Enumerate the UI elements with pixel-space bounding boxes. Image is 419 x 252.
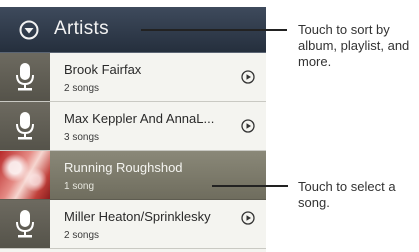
artist-name: Brook Fairfax: [64, 62, 142, 77]
artist-row-brook-fairfax[interactable]: Brook Fairfax 2 songs: [0, 53, 266, 102]
song-count: 3 songs: [64, 132, 100, 143]
microphone-icon: [16, 112, 34, 140]
artist-name: Max Keppler And AnnaL...: [64, 111, 215, 126]
page-title: Artists: [54, 18, 109, 39]
artist-row-miller-heaton[interactable]: Miller Heaton/Sprinklesky 2 songs: [0, 200, 266, 249]
artist-thumbnail: [0, 200, 50, 248]
artist-row-max-keppler[interactable]: Max Keppler And AnnaL... 3 songs: [0, 102, 266, 151]
artist-thumbnail: [0, 53, 50, 101]
artist-list: Brook Fairfax 2 songs Max Keppler And An…: [0, 53, 266, 249]
artist-name: Miller Heaton/Sprinklesky: [64, 209, 211, 224]
artist-row-running-roughshod[interactable]: Running Roughshod 1 song: [0, 151, 266, 200]
play-circle-icon[interactable]: [241, 119, 255, 133]
play-circle-icon[interactable]: [241, 70, 255, 84]
sort-callout-line: [141, 29, 287, 31]
microphone-icon: [16, 63, 34, 91]
album-art: [0, 151, 50, 199]
artist-name: Running Roughshod: [64, 160, 183, 175]
song-count: 1 song: [64, 181, 95, 192]
sort-callout-text: Touch to sort by album, playlist, and mo…: [298, 22, 410, 69]
song-count: 2 songs: [64, 230, 100, 241]
phone-screen: Artists Brook Fairfax 2 songs Max Kepple…: [0, 7, 266, 252]
chevron-down-circle-icon[interactable]: [19, 20, 39, 40]
song-count: 2 songs: [64, 83, 100, 94]
select-callout-line: [212, 185, 288, 187]
select-callout-text: Touch to select a song.: [298, 179, 396, 210]
artist-thumbnail: [0, 102, 50, 150]
microphone-icon: [16, 210, 34, 238]
play-circle-icon[interactable]: [241, 211, 255, 225]
